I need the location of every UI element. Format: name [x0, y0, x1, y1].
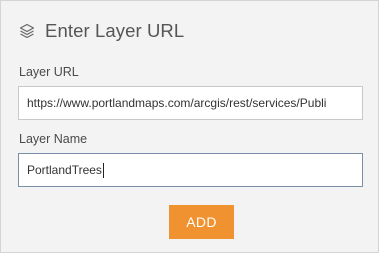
add-button[interactable]: ADD: [169, 205, 234, 239]
dialog-header: Enter Layer URL: [18, 19, 184, 43]
layer-url-value: https://www.portlandmaps.com/arcgis/rest…: [27, 96, 327, 110]
layer-url-label: Layer URL: [19, 65, 79, 79]
dialog-title: Enter Layer URL: [45, 20, 185, 41]
enter-layer-url-panel: Enter Layer URL Layer URL https://www.po…: [0, 0, 379, 253]
text-caret: [102, 162, 104, 178]
layer-name-input[interactable]: PortlandTrees: [18, 153, 363, 187]
layer-name-label: Layer Name: [19, 132, 88, 146]
layer-url-input[interactable]: https://www.portlandmaps.com/arcgis/rest…: [18, 86, 363, 120]
layer-name-value: PortlandTrees: [27, 163, 102, 177]
layers-icon: [18, 22, 36, 40]
